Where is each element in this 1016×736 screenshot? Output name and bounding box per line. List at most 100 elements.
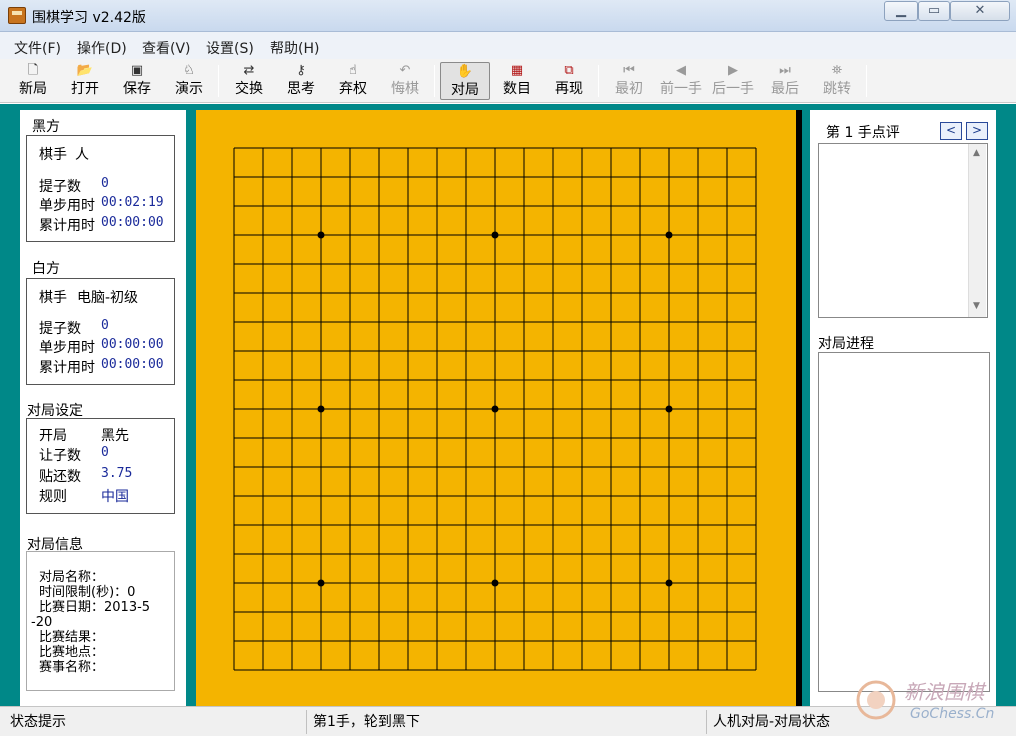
star-point [665, 405, 673, 413]
star-point [491, 231, 499, 239]
minimize-button[interactable]: ▁ [884, 1, 918, 21]
review-next-button[interactable]: > [966, 122, 988, 140]
info-game-name: 对局名称： [39, 570, 105, 585]
progress-title: 对局进程 [818, 336, 874, 352]
white-player: 电脑-初级 [77, 290, 139, 306]
watermark-logo: 新浪围棋 GoChess.Cn [852, 672, 1016, 732]
review-label: 第 1 手点评 [826, 125, 900, 141]
handicap-label: 让子数 [39, 448, 81, 464]
rule-label: 规则 [39, 489, 67, 505]
black-player: 人 [75, 147, 89, 163]
review-textarea[interactable] [818, 143, 988, 318]
menu-operate[interactable]: 操作(D) [77, 38, 127, 58]
pass-button[interactable]: ☝ 弃权 [328, 62, 378, 100]
close-button[interactable]: ✕ [950, 1, 1010, 21]
open-button[interactable]: 📂 打开 [60, 62, 110, 100]
komi-value: 3.75 [101, 466, 133, 481]
white-title: 白方 [32, 261, 60, 277]
star-point [317, 579, 325, 587]
black-title: 黑方 [32, 119, 60, 135]
black-total-time: 00:00:00 [101, 215, 164, 230]
review-prev-button[interactable]: < [940, 122, 962, 140]
info-location: 比赛地点： [39, 645, 105, 660]
demo-icon: ♘ [183, 63, 195, 78]
star-point [491, 579, 499, 587]
black-captures-label: 提子数 [39, 179, 81, 195]
info-date-cont: -20 [31, 615, 53, 630]
black-total-time-label: 累计用时 [39, 218, 95, 234]
replay-icon: ⧉ [564, 63, 574, 78]
settings-title: 对局设定 [27, 403, 83, 419]
maximize-button[interactable]: ▭ [918, 1, 950, 21]
white-box: 棋手 电脑-初级 提子数 0 单步用时 00:00:00 累计用时 00:00:… [26, 278, 175, 385]
info-result: 比赛结果： [39, 630, 105, 645]
menu-settings[interactable]: 设置(S) [206, 38, 254, 58]
white-captures-label: 提子数 [39, 321, 81, 337]
black-player-label: 棋手 [39, 147, 67, 163]
app-icon [8, 7, 26, 24]
white-captures: 0 [101, 318, 109, 333]
next-icon: ▶ [728, 63, 738, 78]
black-captures: 0 [101, 176, 109, 191]
undo-button[interactable]: ↶ 悔棋 [380, 62, 430, 100]
scroll-down-icon[interactable]: ▼ [973, 301, 980, 311]
toolbar: 🗋 新局 📂 打开 ▣ 保存 ♘ 演示 ⇄ 交换 ⚷ 思考 ☝ 弃权 ↶ 悔棋 ✋ 对局 ▦ 数目 … [0, 59, 1016, 103]
think-icon: ⚷ [296, 63, 306, 78]
star-point [665, 231, 673, 239]
info-lines: 对局名称： 时间限制(秒)：0 比赛日期：2013-5 -20 比赛结果： 比赛… [31, 570, 171, 675]
replay-button[interactable]: ⧉ 再现 [544, 62, 594, 100]
toolbar-separator [434, 65, 435, 97]
first-icon: ⏮ [623, 63, 635, 78]
watermark-site: GoChess.Cn [910, 706, 995, 722]
swap-icon: ⇄ [243, 63, 255, 78]
komi-label: 贴还数 [39, 469, 81, 485]
play-button[interactable]: ✋ 对局 [440, 62, 490, 100]
jump-icon: ⛯ [831, 63, 843, 78]
white-total-time-label: 累计用时 [39, 360, 95, 376]
white-step-time-label: 单步用时 [39, 340, 95, 356]
new-doc-icon: 🗋 [27, 63, 39, 78]
menu-file[interactable]: 文件(F) [14, 38, 61, 58]
demo-button[interactable]: ♘ 演示 [164, 62, 214, 100]
last-move-button[interactable]: ⏭ 最后 [760, 62, 810, 100]
status-mode: 人机对局-对局状态 [713, 714, 831, 730]
prev-move-button[interactable]: ◀ 前一手 [656, 62, 706, 100]
star-point [665, 579, 673, 587]
black-step-time-label: 单步用时 [39, 198, 95, 214]
scroll-up-icon[interactable]: ▲ [973, 148, 980, 158]
start-label: 开局 [39, 428, 67, 444]
count-icon: ▦ [510, 63, 524, 78]
save-icon: ▣ [130, 63, 144, 78]
first-move-button[interactable]: ⏮ 最初 [604, 62, 654, 100]
think-button[interactable]: ⚷ 思考 [276, 62, 326, 100]
count-button[interactable]: ▦ 数目 [492, 62, 542, 100]
save-button[interactable]: ▣ 保存 [112, 62, 162, 100]
jump-button[interactable]: ⛯ 跳转 [812, 62, 862, 100]
review-scrollbar[interactable]: ▲ ▼ [968, 144, 986, 317]
swap-button[interactable]: ⇄ 交换 [224, 62, 274, 100]
board-shadow [796, 110, 802, 706]
start-value: 黑先 [101, 428, 129, 444]
progress-list[interactable] [818, 352, 990, 692]
next-move-button[interactable]: ▶ 后一手 [708, 62, 758, 100]
last-icon: ⏭ [779, 63, 791, 78]
menu-bar: 文件(F) 操作(D) 查看(V) 设置(S) 帮助(H) [0, 32, 1016, 59]
info-event: 赛事名称： [39, 660, 105, 675]
menu-help[interactable]: 帮助(H) [270, 38, 319, 58]
play-hand-icon: ✋ [456, 64, 474, 79]
status-move: 第1手，轮到黑下 [313, 714, 420, 730]
rule-value: 中国 [101, 489, 129, 505]
white-step-time: 00:00:00 [101, 337, 164, 352]
menu-view[interactable]: 查看(V) [142, 38, 191, 58]
open-folder-icon: 📂 [76, 63, 94, 78]
board-grid[interactable] [196, 110, 796, 706]
status-divider [306, 710, 307, 734]
window-title: 围棋学习 v2.42版 [32, 10, 146, 26]
toolbar-separator [866, 65, 867, 97]
toolbar-separator [218, 65, 219, 97]
info-box: 对局名称： 时间限制(秒)：0 比赛日期：2013-5 -20 比赛结果： 比赛… [26, 551, 175, 691]
pass-icon: ☝ [349, 63, 357, 78]
undo-icon: ↶ [399, 63, 411, 78]
white-total-time: 00:00:00 [101, 357, 164, 372]
new-game-button[interactable]: 🗋 新局 [8, 62, 58, 100]
